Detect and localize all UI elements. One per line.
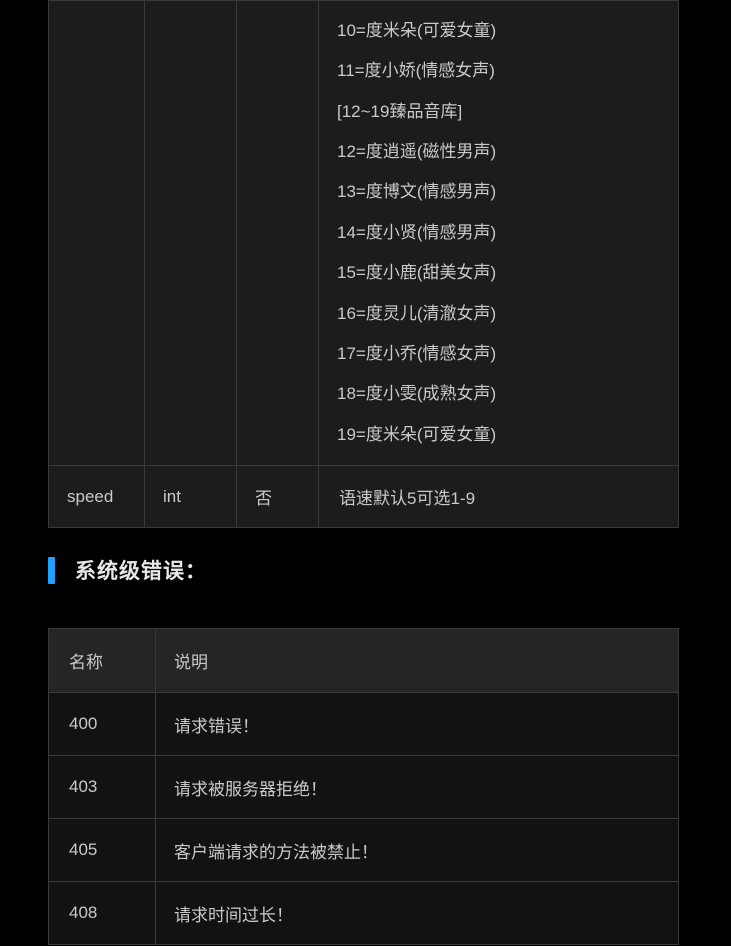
- table-row: 405 客户端请求的方法被禁止！: [48, 818, 679, 882]
- table-row-speed: speed int 否 语速默认5可选1-9: [48, 465, 679, 528]
- cell-param-type: [144, 0, 237, 466]
- table-row: 10=度米朵(可爱女童) 11=度小娇(情感女声) [12~19臻品音库] 12…: [48, 0, 679, 466]
- list-item: 13=度博文(情感男声): [337, 182, 497, 202]
- list-item: 19=度米朵(可爱女童): [337, 424, 497, 444]
- cell-error-description: 请求时间过长！: [155, 881, 679, 945]
- cell-param-required: 否: [236, 465, 319, 528]
- page-title: 系统级错误：: [75, 560, 207, 583]
- list-item: 10=度米朵(可爱女童): [337, 20, 497, 40]
- column-header-name: 名称: [48, 628, 156, 693]
- table-row: 408 请求时间过长！: [48, 881, 679, 945]
- table-header-row: 名称 说明: [48, 628, 679, 693]
- table-row: 403 请求被服务器拒绝！: [48, 755, 679, 819]
- list-item: [12~19臻品音库]: [337, 101, 463, 121]
- table-row: 400 请求错误！: [48, 692, 679, 756]
- cell-error-code: 400: [48, 692, 156, 756]
- accent-bar-icon: [48, 556, 55, 584]
- cell-error-description: 客户端请求的方法被禁止！: [155, 818, 679, 882]
- cell-error-code: 403: [48, 755, 156, 819]
- list-item: 16=度灵儿(清澈女声): [337, 303, 497, 323]
- parameter-table: 10=度米朵(可爱女童) 11=度小娇(情感女声) [12~19臻品音库] 12…: [48, 0, 679, 528]
- cell-param-name: speed: [48, 465, 145, 528]
- voice-option-list: 10=度米朵(可爱女童) 11=度小娇(情感女声) [12~19臻品音库] 12…: [337, 11, 678, 455]
- list-item: 18=度小雯(成熟女声): [337, 384, 497, 404]
- cell-param-name: [48, 0, 145, 466]
- cell-error-code: 408: [48, 881, 156, 945]
- page-root: 10=度米朵(可爱女童) 11=度小娇(情感女声) [12~19臻品音库] 12…: [0, 0, 731, 946]
- cell-error-description: 请求错误！: [155, 692, 679, 756]
- cell-error-description: 请求被服务器拒绝！: [155, 755, 679, 819]
- list-item: 14=度小贤(情感男声): [337, 222, 497, 242]
- column-header-description: 说明: [155, 628, 679, 693]
- cell-param-type: int: [144, 465, 237, 528]
- cell-error-code: 405: [48, 818, 156, 882]
- list-item: 11=度小娇(情感女声): [337, 61, 495, 81]
- system-error-table: 名称 说明 400 请求错误！ 403 请求被服务器拒绝！ 405 客户端请求的…: [48, 628, 679, 945]
- cell-param-description: 语速默认5可选1-9: [318, 465, 679, 528]
- list-item: 17=度小乔(情感女声): [337, 343, 497, 363]
- cell-param-required: [236, 0, 319, 466]
- list-item: 15=度小鹿(甜美女声): [337, 263, 497, 283]
- section-heading: 系统级错误：: [48, 552, 207, 588]
- cell-voice-options: 10=度米朵(可爱女童) 11=度小娇(情感女声) [12~19臻品音库] 12…: [318, 0, 679, 466]
- list-item: 12=度逍遥(磁性男声): [337, 142, 497, 162]
